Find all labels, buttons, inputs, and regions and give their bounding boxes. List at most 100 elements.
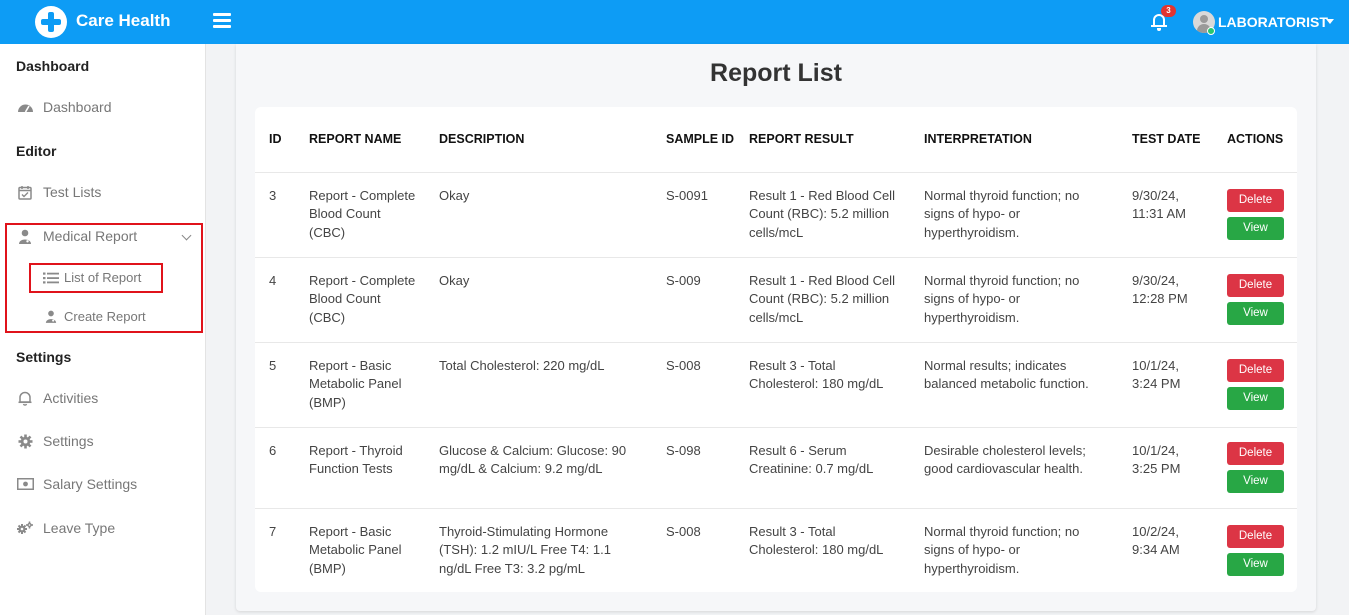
chevron-down-icon[interactable] bbox=[1326, 19, 1334, 24]
cell-id: 3 bbox=[255, 172, 295, 258]
cell-report-result: Result 6 - Serum Creatinine: 0.7 mg/dL bbox=[735, 427, 910, 509]
cell-report-name: Report - Thyroid Function Tests bbox=[295, 427, 425, 509]
table-row: 4 Report - Complete Blood Count (CBC) Ok… bbox=[255, 257, 1297, 343]
cell-report-name: Report - Basic Metabolic Panel (BMP) bbox=[295, 342, 425, 428]
cell-sample-id: S-098 bbox=[652, 427, 735, 509]
cell-report-name: Report - Basic Metabolic Panel (BMP) bbox=[309, 523, 402, 576]
cell-sample-id: S-008 bbox=[652, 342, 735, 428]
cell-test-date: 9/30/24, 12:28 PM bbox=[1118, 257, 1213, 343]
column-header-report-result: REPORT RESULT bbox=[735, 107, 910, 173]
table-row: 6 Report - Thyroid Function Tests Glucos… bbox=[255, 427, 1297, 509]
cell-description: Total Cholesterol: 220 mg/dL bbox=[425, 342, 652, 428]
table-header-row: ID REPORT NAME DESCRIPTION SAMPLE ID REP… bbox=[255, 107, 1297, 173]
top-bar: Care Health 3 LABORATORIST bbox=[0, 0, 1349, 44]
cell-sample-id: S-008 bbox=[666, 523, 701, 539]
sidebar-subitem-label: Create Report bbox=[64, 309, 146, 324]
list-icon bbox=[43, 271, 59, 285]
hamburger-icon[interactable] bbox=[213, 13, 231, 29]
medical-cross-icon[interactable] bbox=[35, 6, 67, 38]
delete-button[interactable]: Delete bbox=[1227, 359, 1284, 382]
delete-button[interactable]: Delete bbox=[1227, 189, 1284, 212]
delete-button[interactable]: Delete bbox=[1227, 274, 1284, 297]
delete-button[interactable]: Delete bbox=[1227, 525, 1284, 549]
cell-interpretation: Normal results; indicates balanced metab… bbox=[910, 342, 1118, 428]
user-doctor-icon bbox=[43, 310, 59, 324]
report-table: ID REPORT NAME DESCRIPTION SAMPLE ID REP… bbox=[255, 107, 1297, 593]
sidebar-item-test-lists[interactable]: Test Lists bbox=[16, 184, 101, 200]
cell-interpretation: Normal thyroid function; no signs of hyp… bbox=[924, 523, 1080, 576]
money-bill-icon bbox=[16, 476, 34, 492]
cell-report-result: Result 3 - Total Cholesterol: 180 mg/dL bbox=[749, 523, 884, 558]
cell-test-date: 9/30/24, 11:31 AM bbox=[1118, 172, 1213, 258]
brand-name[interactable]: Care Health bbox=[76, 11, 170, 31]
column-header-test-date: TEST DATE bbox=[1118, 107, 1213, 173]
section-editor: Editor bbox=[16, 143, 57, 159]
sidebar-item-leave-type[interactable]: Leave Type bbox=[16, 520, 115, 536]
table-row: 5 Report - Basic Metabolic Panel (BMP) T… bbox=[255, 342, 1297, 428]
view-button[interactable]: View bbox=[1227, 387, 1284, 410]
delete-button[interactable]: Delete bbox=[1227, 442, 1284, 465]
cell-actions: Delete View bbox=[1213, 257, 1297, 343]
cell-report-name: Report - Complete Blood Count (CBC) bbox=[295, 257, 425, 343]
cell-sample-id: S-0091 bbox=[652, 172, 735, 258]
table-row: 3 Report - Complete Blood Count (CBC) Ok… bbox=[255, 172, 1297, 258]
cell-report-result: Result 1 - Red Blood Cell Count (RBC): 5… bbox=[735, 257, 910, 343]
sidebar-item-label: Settings bbox=[43, 433, 94, 449]
gear-icon bbox=[16, 433, 34, 449]
cell-id: 6 bbox=[255, 427, 295, 509]
column-header-id: ID bbox=[255, 107, 295, 173]
calendar-check-icon bbox=[16, 184, 34, 200]
cell-interpretation: Normal thyroid function; no signs of hyp… bbox=[910, 172, 1118, 258]
cell-test-date: 10/1/24, 3:25 PM bbox=[1118, 427, 1213, 509]
view-button[interactable]: View bbox=[1227, 217, 1284, 240]
cell-report-name: Report - Complete Blood Count (CBC) bbox=[295, 172, 425, 258]
cell-id: 4 bbox=[255, 257, 295, 343]
sidebar-item-salary-settings[interactable]: Salary Settings bbox=[16, 476, 137, 492]
bell-icon bbox=[16, 390, 34, 406]
view-button[interactable]: View bbox=[1227, 302, 1284, 325]
report-table-container: ID REPORT NAME DESCRIPTION SAMPLE ID REP… bbox=[255, 107, 1297, 592]
section-settings: Settings bbox=[16, 349, 72, 365]
cell-description: Okay bbox=[425, 172, 652, 258]
user-menu-name[interactable]: LABORATORIST bbox=[1218, 14, 1328, 30]
table-row: 7 Report - Basic Metabolic Panel (BMP) T… bbox=[255, 508, 1297, 593]
sidebar-item-label: Activities bbox=[43, 390, 99, 406]
sidebar-item-settings[interactable]: Settings bbox=[16, 433, 94, 449]
column-header-sample-id: SAMPLE ID bbox=[652, 107, 735, 173]
view-button[interactable]: View bbox=[1227, 553, 1284, 577]
sidebar-item-label: Medical Report bbox=[43, 228, 138, 244]
cell-interpretation: Normal thyroid function; no signs of hyp… bbox=[910, 257, 1118, 343]
cell-actions: Delete View bbox=[1213, 427, 1297, 509]
cell-description: Glucose & Calcium: Glucose: 90 mg/dL & C… bbox=[425, 427, 652, 509]
sidebar-subitem-create-report[interactable]: Create Report bbox=[43, 309, 146, 324]
online-status-dot bbox=[1207, 27, 1215, 35]
cell-report-result: Result 3 - Total Cholesterol: 180 mg/dL bbox=[735, 342, 910, 428]
column-header-actions: ACTIONS bbox=[1213, 107, 1297, 173]
sidebar-item-label: Test Lists bbox=[43, 184, 102, 200]
notification-badge: 3 bbox=[1161, 5, 1176, 17]
sidebar-subitem-label: List of Report bbox=[64, 270, 142, 285]
gears-icon bbox=[16, 520, 34, 536]
view-button[interactable]: View bbox=[1227, 470, 1284, 493]
dashboard-gauge-icon bbox=[16, 99, 34, 115]
sidebar-item-medical-report[interactable]: Medical Report bbox=[16, 228, 137, 244]
sidebar-item-label: Dashboard bbox=[43, 99, 112, 115]
sidebar-item-label: Leave Type bbox=[43, 520, 116, 536]
page-title: Report List bbox=[710, 59, 842, 87]
sidebar-item-activities[interactable]: Activities bbox=[16, 390, 98, 406]
cell-actions: Delete View bbox=[1213, 172, 1297, 258]
cell-description: Okay bbox=[425, 257, 652, 343]
cell-test-date: 10/2/24, 9:34 AM bbox=[1132, 523, 1180, 558]
sidebar-subitem-list-of-report[interactable]: List of Report bbox=[43, 270, 141, 285]
column-header-report-name: REPORT NAME bbox=[295, 107, 425, 173]
cell-id: 7 bbox=[269, 523, 277, 539]
sidebar-item-label: Salary Settings bbox=[43, 476, 138, 492]
cell-interpretation: Desirable cholesterol levels; good cardi… bbox=[910, 427, 1118, 509]
sidebar-item-dashboard[interactable]: Dashboard bbox=[16, 99, 112, 115]
cell-actions: Delete View bbox=[1213, 342, 1297, 428]
cell-report-result: Result 1 - Red Blood Cell Count (RBC): 5… bbox=[735, 172, 910, 258]
section-dashboard: Dashboard bbox=[16, 58, 90, 74]
cell-test-date: 10/1/24, 3:24 PM bbox=[1118, 342, 1213, 428]
user-doctor-icon bbox=[16, 228, 34, 244]
cell-sample-id: S-009 bbox=[652, 257, 735, 343]
